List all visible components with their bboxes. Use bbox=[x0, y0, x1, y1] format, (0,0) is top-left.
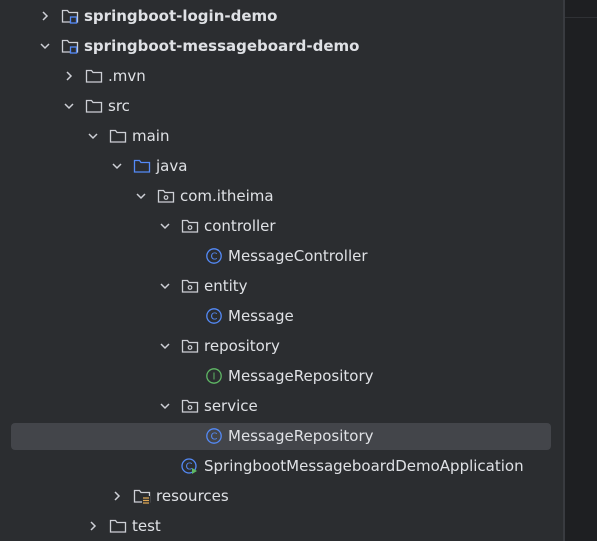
tree-row[interactable]: entity bbox=[0, 271, 597, 301]
chevron-down-icon[interactable] bbox=[110, 159, 124, 173]
chevron-down-icon[interactable] bbox=[158, 399, 172, 413]
svg-text:C: C bbox=[211, 432, 218, 443]
tree-item-label: entity bbox=[204, 277, 248, 295]
tree-row[interactable]: src bbox=[0, 91, 597, 121]
chevron-right-icon[interactable] bbox=[110, 489, 124, 503]
module-folder-icon bbox=[61, 37, 79, 55]
folder-icon bbox=[109, 127, 127, 145]
tree-item-label: MessageRepository bbox=[228, 427, 374, 445]
interface-icon: I bbox=[205, 367, 223, 385]
chevron-down-icon[interactable] bbox=[86, 129, 100, 143]
package-icon bbox=[181, 277, 199, 295]
chevron-down-icon[interactable] bbox=[134, 189, 148, 203]
chevron-right-icon[interactable] bbox=[86, 519, 100, 533]
svg-text:I: I bbox=[213, 372, 216, 383]
chevron-down-icon[interactable] bbox=[62, 99, 76, 113]
panel-divider[interactable] bbox=[563, 0, 565, 541]
tree-item-label: test bbox=[132, 517, 161, 535]
chevron-right-icon[interactable] bbox=[62, 69, 76, 83]
source-folder-icon bbox=[133, 157, 151, 175]
folder-icon bbox=[85, 67, 103, 85]
tree-item-label: Message bbox=[228, 307, 294, 325]
tree-row[interactable]: com.itheima bbox=[0, 181, 597, 211]
svg-text:C: C bbox=[211, 312, 218, 323]
tree-item-label: java bbox=[156, 157, 188, 175]
class-icon: C bbox=[205, 307, 223, 325]
tree-row[interactable]: repository bbox=[0, 331, 597, 361]
tree-item-label: com.itheima bbox=[180, 187, 274, 205]
tree-item-label: springboot-messageboard-demo bbox=[84, 37, 360, 55]
package-icon bbox=[157, 187, 175, 205]
tree-row[interactable]: controller bbox=[0, 211, 597, 241]
tree-row[interactable]: I MessageRepository bbox=[0, 361, 597, 391]
tree-row[interactable]: C Message bbox=[0, 301, 597, 331]
tree-row[interactable]: main bbox=[0, 121, 597, 151]
chevron-down-icon[interactable] bbox=[38, 39, 52, 53]
tree-item-label: MessageRepository bbox=[228, 367, 374, 385]
tree-row[interactable]: java bbox=[0, 151, 597, 181]
tree-row[interactable]: springboot-messageboard-demo bbox=[0, 31, 597, 61]
editor-gutter bbox=[563, 0, 597, 541]
tree-row[interactable]: service bbox=[0, 391, 597, 421]
tree-item-label: main bbox=[132, 127, 170, 145]
svg-text:C: C bbox=[186, 462, 193, 473]
editor-tab-separator bbox=[565, 17, 597, 18]
package-icon bbox=[181, 337, 199, 355]
resources-folder-icon bbox=[133, 487, 151, 505]
folder-icon bbox=[109, 517, 127, 535]
chevron-down-icon[interactable] bbox=[158, 279, 172, 293]
tree-item-label: springboot-login-demo bbox=[84, 7, 278, 25]
class-icon: C bbox=[205, 247, 223, 265]
chevron-right-icon[interactable] bbox=[38, 9, 52, 23]
tree-row[interactable]: resources bbox=[0, 481, 597, 511]
svg-text:C: C bbox=[211, 252, 218, 263]
tree-row[interactable]: test bbox=[0, 511, 597, 541]
package-icon bbox=[181, 217, 199, 235]
tree-item-label: src bbox=[108, 97, 130, 115]
tree-row[interactable]: C MessageController bbox=[0, 241, 597, 271]
chevron-down-icon[interactable] bbox=[158, 219, 172, 233]
tree-item-label: controller bbox=[204, 217, 276, 235]
module-folder-icon bbox=[61, 7, 79, 25]
tree-row[interactable]: C SpringbootMessageboardDemoApplication bbox=[0, 451, 597, 481]
chevron-down-icon[interactable] bbox=[158, 339, 172, 353]
tree-row[interactable]: springboot-login-demo bbox=[0, 1, 597, 31]
class-icon: C bbox=[205, 427, 223, 445]
tree-item-label: resources bbox=[156, 487, 229, 505]
tree-item-label: MessageController bbox=[228, 247, 368, 265]
project-tree: springboot-login-demo springboot-messageb… bbox=[0, 0, 563, 541]
package-icon bbox=[181, 397, 199, 415]
folder-icon bbox=[85, 97, 103, 115]
tree-item-label: .mvn bbox=[108, 67, 146, 85]
tree-row[interactable]: C MessageRepository bbox=[0, 421, 597, 451]
spring-boot-app-icon: C bbox=[181, 457, 199, 475]
tree-row[interactable]: .mvn bbox=[0, 61, 597, 91]
tree-item-label: service bbox=[204, 397, 258, 415]
tree-item-label: SpringbootMessageboardDemoApplication bbox=[204, 457, 524, 475]
tree-item-label: repository bbox=[204, 337, 280, 355]
